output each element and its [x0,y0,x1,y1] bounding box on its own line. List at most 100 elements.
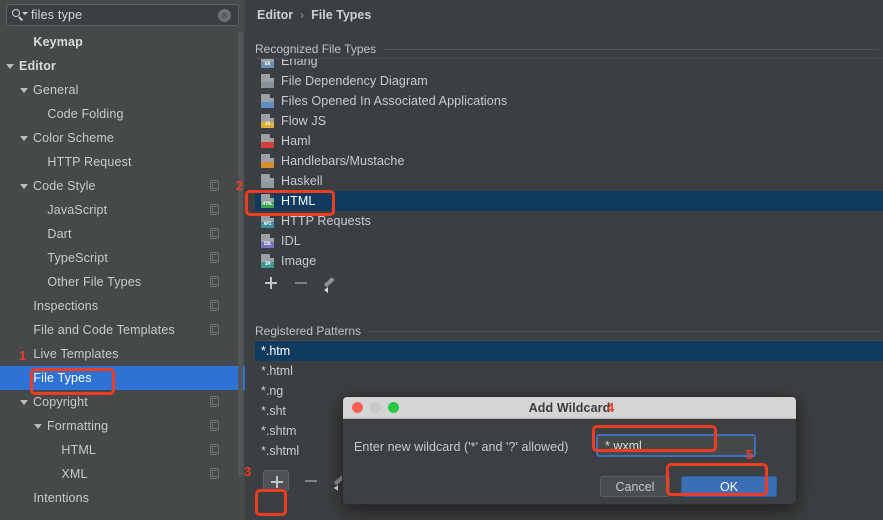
clear-icon[interactable] [218,8,231,22]
file-type-row[interactable]: Haml [255,131,883,151]
add-file-type-button[interactable] [263,275,279,291]
sidebar-item-general[interactable]: General [0,78,245,102]
ok-button[interactable]: OK [681,476,777,497]
sidebar-item-color-scheme[interactable]: Color Scheme [0,126,245,150]
copy-settings-icon[interactable] [210,444,219,455]
copy-settings-icon[interactable] [210,300,219,311]
sidebar-item-typescript[interactable]: TypeScript [0,246,245,270]
copy-settings-icon[interactable] [210,324,219,335]
breadcrumb-parent[interactable]: Editor [257,8,293,22]
chevron-down-icon[interactable] [6,63,14,69]
file-type-name: Files Opened In Associated Applications [281,94,508,108]
copy-settings-icon[interactable] [210,276,219,287]
recognized-file-types-header: Recognized File Types [255,41,879,57]
sidebar-item-html[interactable]: HTML [0,438,245,462]
settings-window: files type Keymap Editor General Code Foldi… [0,0,883,520]
sidebar-item-file-and-code-templates[interactable]: File and Code Templates [0,318,245,342]
sidebar-item-intentions[interactable]: Intentions [0,486,245,510]
chevron-down-icon[interactable] [20,135,28,141]
sidebar-item-label: TypeScript [47,251,108,265]
sidebar-item-label: Color Scheme [33,131,114,145]
file-type-name: File Dependency Diagram [281,74,428,88]
settings-sidebar: files type Keymap Editor General Code Foldi… [0,0,245,520]
file-type-row[interactable]: IM Image [255,251,883,271]
chevron-down-icon[interactable] [34,423,42,429]
sidebar-item-label: Other File Types [47,275,142,289]
remove-file-type-button[interactable] [293,275,309,291]
dialog-title-bar: Add Wildcard [343,397,796,419]
recognized-file-types-toolbar [255,271,883,295]
file-type-icon [261,154,274,168]
copy-settings-icon[interactable] [210,396,219,407]
file-type-row[interactable]: Handlebars/Mustache [255,151,883,171]
sidebar-item-code-style[interactable]: Code Style [0,174,245,198]
sidebar-scrollbar[interactable] [238,32,243,477]
recognized-file-types-list[interactable]: ER Erlang File Dependency Diagram Files Ope… [255,58,883,271]
breadcrumb-current: File Types [311,8,372,22]
file-type-row[interactable]: ER Erlang [255,59,883,71]
sidebar-item-label: Code Style [33,179,96,193]
settings-tree[interactable]: Keymap Editor General Code Folding Color Sch… [0,30,245,520]
copy-settings-icon[interactable] [210,180,219,191]
sidebar-item-copyright[interactable]: Copyright [0,390,245,414]
file-type-row[interactable]: Files Opened In Associated Applications [255,91,883,111]
sidebar-item-label: Dart [47,227,72,241]
edit-file-type-button[interactable] [323,275,339,293]
file-type-row[interactable]: JS Flow JS [255,111,883,131]
sidebar-item-code-folding[interactable]: Code Folding [0,102,245,126]
pattern-row[interactable]: *.html [255,361,883,381]
sidebar-item-editor[interactable]: Editor [0,54,245,78]
copy-settings-icon[interactable] [210,468,219,479]
sidebar-item-dart[interactable]: Dart [0,222,245,246]
recognized-file-types-title: Recognized File Types [255,42,377,56]
sidebar-item-xml[interactable]: XML [0,462,245,486]
remove-pattern-button[interactable] [303,473,319,489]
sidebar-item-formatting[interactable]: Formatting [0,414,245,438]
copy-settings-icon[interactable] [210,204,219,215]
file-type-name: Haml [281,134,311,148]
chevron-down-icon[interactable] [20,87,28,93]
sidebar-item-label: XML [61,467,88,481]
sidebar-item-keymap[interactable]: Keymap [0,30,245,54]
file-type-row[interactable]: File Dependency Diagram [255,71,883,91]
search-input-value: files type [31,8,83,22]
file-type-icon [261,134,274,148]
file-type-row[interactable]: API HTTP Requests [255,211,883,231]
sidebar-item-label: General [33,83,79,97]
sidebar-item-http-request[interactable]: HTTP Request [0,150,245,174]
sidebar-item-label: Inspections [33,299,99,313]
wildcard-input[interactable]: *.wxml [596,434,756,457]
sidebar-item-file-types[interactable]: File Types [0,366,245,390]
file-type-name: Handlebars/Mustache [281,154,405,168]
cancel-button[interactable]: Cancel [600,476,670,497]
file-type-icon [261,174,274,188]
file-type-icon: API [261,214,274,228]
search-input[interactable]: files type [6,4,239,26]
file-type-icon: ER [261,59,274,68]
chevron-down-icon[interactable] [20,399,28,405]
copy-settings-icon[interactable] [210,252,219,263]
file-type-name: Flow JS [281,114,327,128]
file-type-name: IDL [281,234,301,248]
sidebar-item-label: Editor [19,59,57,73]
pattern-row[interactable]: *.htm [255,341,883,361]
sidebar-item-live-templates[interactable]: Live Templates [0,342,245,366]
registered-patterns-header: Registered Patterns [255,323,879,339]
file-type-row[interactable]: HTML HTML [255,191,883,211]
breadcrumb-separator-icon: › [300,8,305,22]
add-wildcard-dialog: Add Wildcard Enter new wildcard ('*' and… [342,396,797,505]
copy-settings-icon[interactable] [210,420,219,431]
sidebar-item-inspections[interactable]: Inspections [0,294,245,318]
sidebar-item-label: Code Folding [47,107,124,121]
registered-patterns-title: Registered Patterns [255,324,362,338]
sidebar-item-other-file-types[interactable]: Other File Types [0,270,245,294]
file-type-icon: IDL [261,234,274,248]
file-type-row[interactable]: IDL IDL [255,231,883,251]
chevron-down-icon[interactable] [20,183,28,189]
add-pattern-button[interactable] [263,470,289,492]
file-type-row[interactable]: Haskell [255,171,883,191]
sidebar-item-label: Live Templates [33,347,119,361]
sidebar-item-javascript[interactable]: JavaScript [0,198,245,222]
copy-settings-icon[interactable] [210,228,219,239]
sidebar-item-label: JavaScript [47,203,108,217]
